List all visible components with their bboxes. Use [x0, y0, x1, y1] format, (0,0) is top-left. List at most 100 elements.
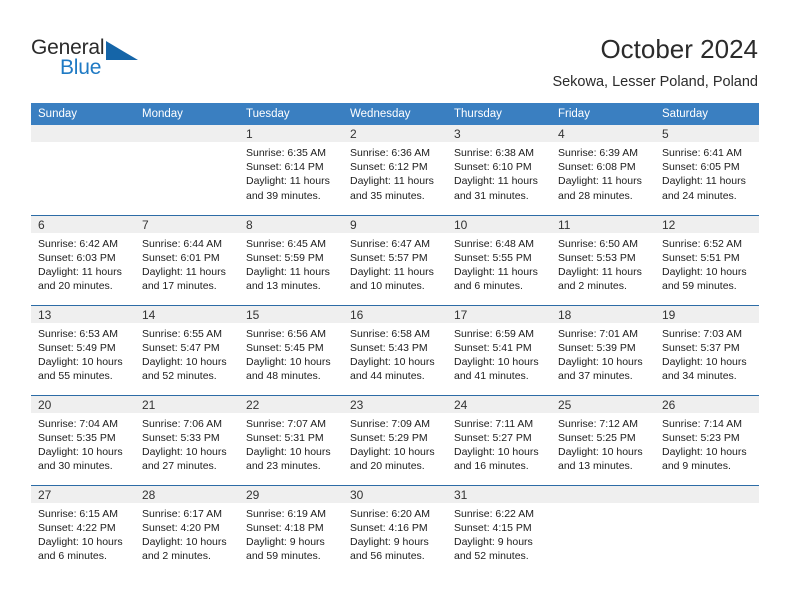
calendar-day-cell[interactable]: 7 Sunrise: 6:44 AM Sunset: 6:01 PM Daylight…: [135, 214, 239, 305]
sunset-text: Sunset: 5:39 PM: [558, 341, 636, 354]
daylight-text-line1: Daylight: 10 hours: [662, 265, 747, 278]
day-number: 5: [655, 125, 759, 142]
calendar-day-cell[interactable]: 8 Sunrise: 6:45 AM Sunset: 5:59 PM Daylight…: [239, 214, 343, 305]
calendar-day-cell[interactable]: 23 Sunrise: 7:09 AM Sunset: 5:29 PM Dayligh…: [343, 394, 447, 485]
daylight-text-line1: Daylight: 9 hours: [350, 535, 429, 548]
sunset-text: Sunset: 4:16 PM: [350, 521, 428, 534]
sunset-text: Sunset: 4:18 PM: [246, 521, 324, 534]
weekday-header-monday: Monday: [135, 103, 239, 125]
day-number: 21: [135, 395, 239, 413]
calendar-day-cell[interactable]: 17 Sunrise: 6:59 AM Sunset: 5:41 PM Dayligh…: [447, 304, 551, 395]
day-details: Sunrise: 6:19 AM Sunset: 4:18 PM Daylight:…: [239, 503, 343, 564]
calendar-day-cell[interactable]: 19 Sunrise: 7:03 AM Sunset: 5:37 PM Dayligh…: [655, 304, 759, 395]
day-details: Sunrise: 6:58 AM Sunset: 5:43 PM Daylight:…: [343, 323, 447, 384]
sunset-text: Sunset: 6:08 PM: [558, 161, 636, 174]
calendar-day-cell[interactable]: 21 Sunrise: 7:06 AM Sunset: 5:33 PM Dayligh…: [135, 394, 239, 485]
sunrise-text: Sunrise: 6:19 AM: [246, 507, 326, 520]
daylight-text-line2: and 35 minutes.: [350, 189, 425, 202]
calendar-day-cell[interactable]: 10 Sunrise: 6:48 AM Sunset: 5:55 PM Dayligh…: [447, 214, 551, 305]
day-number: 9: [343, 215, 447, 233]
day-number: 18: [551, 305, 655, 323]
calendar-day-cell[interactable]: 4 Sunrise: 6:39 AM Sunset: 6:08 PM Daylight…: [551, 125, 655, 215]
calendar-day-cell-empty: [551, 484, 655, 575]
weekday-header-wednesday: Wednesday: [343, 103, 447, 125]
sunrise-text: Sunrise: 6:48 AM: [454, 237, 534, 250]
sunset-text: Sunset: 5:57 PM: [350, 251, 428, 264]
calendar-day-cell[interactable]: 29 Sunrise: 6:19 AM Sunset: 4:18 PM Dayligh…: [239, 484, 343, 575]
day-details: Sunrise: 6:50 AM Sunset: 5:53 PM Daylight:…: [551, 233, 655, 294]
calendar-day-cell[interactable]: 13 Sunrise: 6:53 AM Sunset: 5:49 PM Dayligh…: [31, 304, 135, 395]
weekday-header-friday: Friday: [551, 103, 655, 125]
calendar-table: Sunday Monday Tuesday Wednesday Thursday Frid…: [31, 103, 759, 575]
calendar-day-cell[interactable]: 31 Sunrise: 6:22 AM Sunset: 4:15 PM Dayligh…: [447, 484, 551, 575]
calendar-day-cell[interactable]: 24 Sunrise: 7:11 AM Sunset: 5:27 PM Dayligh…: [447, 394, 551, 485]
daylight-text-line1: Daylight: 10 hours: [558, 355, 643, 368]
day-number: 30: [343, 485, 447, 503]
sunrise-text: Sunrise: 6:53 AM: [38, 327, 118, 340]
sunset-text: Sunset: 5:25 PM: [558, 431, 636, 444]
daylight-text-line1: Daylight: 11 hours: [246, 265, 330, 278]
sunset-text: Sunset: 5:49 PM: [38, 341, 116, 354]
day-details: Sunrise: 6:56 AM Sunset: 5:45 PM Daylight:…: [239, 323, 343, 384]
logo-triangle-icon: [106, 41, 138, 60]
daylight-text-line1: Daylight: 11 hours: [558, 175, 642, 188]
calendar-day-cell[interactable]: 25 Sunrise: 7:12 AM Sunset: 5:25 PM Dayligh…: [551, 394, 655, 485]
day-number: 20: [31, 395, 135, 413]
calendar-day-cell[interactable]: 11 Sunrise: 6:50 AM Sunset: 5:53 PM Dayligh…: [551, 214, 655, 305]
daylight-text-line2: and 37 minutes.: [558, 370, 633, 383]
calendar-day-cell[interactable]: 22 Sunrise: 7:07 AM Sunset: 5:31 PM Dayligh…: [239, 394, 343, 485]
calendar-day-cell[interactable]: 12 Sunrise: 6:52 AM Sunset: 5:51 PM Dayligh…: [655, 214, 759, 305]
daylight-text-line1: Daylight: 10 hours: [350, 445, 435, 458]
day-details: Sunrise: 7:03 AM Sunset: 5:37 PM Daylight:…: [655, 323, 759, 384]
day-number: [551, 485, 655, 503]
calendar-day-cell[interactable]: 30 Sunrise: 6:20 AM Sunset: 4:16 PM Dayligh…: [343, 484, 447, 575]
daylight-text-line1: Daylight: 10 hours: [246, 445, 331, 458]
calendar-day-cell[interactable]: 20 Sunrise: 7:04 AM Sunset: 5:35 PM Dayligh…: [31, 394, 135, 485]
calendar-day-cell[interactable]: 5 Sunrise: 6:41 AM Sunset: 6:05 PM Daylight…: [655, 125, 759, 215]
calendar-day-cell[interactable]: 26 Sunrise: 7:14 AM Sunset: 5:23 PM Dayligh…: [655, 394, 759, 485]
sunrise-text: Sunrise: 6:56 AM: [246, 327, 326, 340]
calendar-day-cell[interactable]: 14 Sunrise: 6:55 AM Sunset: 5:47 PM Dayligh…: [135, 304, 239, 395]
day-details: Sunrise: 7:09 AM Sunset: 5:29 PM Daylight:…: [343, 413, 447, 474]
calendar-day-cell[interactable]: 1 Sunrise: 6:35 AM Sunset: 6:14 PM Daylight…: [239, 125, 343, 215]
daylight-text-line2: and 17 minutes.: [142, 280, 217, 293]
calendar-week-row: 13 Sunrise: 6:53 AM Sunset: 5:49 PM Dayligh…: [31, 304, 759, 395]
sunrise-text: Sunrise: 6:17 AM: [142, 507, 222, 520]
page-subtitle: Sekowa, Lesser Poland, Poland: [552, 74, 758, 90]
sunrise-text: Sunrise: 6:41 AM: [662, 147, 742, 159]
daylight-text-line1: Daylight: 10 hours: [38, 535, 123, 548]
sunrise-text: Sunrise: 6:38 AM: [454, 147, 534, 159]
day-details: Sunrise: 6:39 AM Sunset: 6:08 PM Daylight:…: [551, 142, 655, 203]
title-block: October 2024 Sekowa, Lesser Poland, Pola…: [552, 33, 758, 91]
calendar-day-cell[interactable]: 6 Sunrise: 6:42 AM Sunset: 6:03 PM Daylight…: [31, 214, 135, 305]
sunrise-text: Sunrise: 6:22 AM: [454, 507, 534, 520]
day-details: Sunrise: 6:35 AM Sunset: 6:14 PM Daylight:…: [239, 142, 343, 203]
calendar-day-cell[interactable]: 18 Sunrise: 7:01 AM Sunset: 5:39 PM Dayligh…: [551, 304, 655, 395]
daylight-text-line2: and 9 minutes.: [662, 460, 731, 473]
calendar-day-cell[interactable]: 9 Sunrise: 6:47 AM Sunset: 5:57 PM Daylight…: [343, 214, 447, 305]
sunrise-text: Sunrise: 7:07 AM: [246, 417, 326, 430]
weekday-header-thursday: Thursday: [447, 103, 551, 125]
calendar-day-cell[interactable]: 15 Sunrise: 6:56 AM Sunset: 5:45 PM Dayligh…: [239, 304, 343, 395]
daylight-text-line1: Daylight: 10 hours: [662, 445, 747, 458]
calendar-day-cell[interactable]: 27 Sunrise: 6:15 AM Sunset: 4:22 PM Dayligh…: [31, 484, 135, 575]
calendar-week-row: 1 Sunrise: 6:35 AM Sunset: 6:14 PM Daylight…: [31, 125, 759, 215]
day-number: 14: [135, 305, 239, 323]
page-header: General Blue October 2024 Sekowa, Lesser…: [0, 0, 792, 100]
day-number: 28: [135, 485, 239, 503]
day-details: Sunrise: 6:36 AM Sunset: 6:12 PM Daylight:…: [343, 142, 447, 203]
day-details: Sunrise: 7:06 AM Sunset: 5:33 PM Daylight:…: [135, 413, 239, 474]
sunrise-text: Sunrise: 7:03 AM: [662, 327, 742, 340]
calendar-day-cell[interactable]: 3 Sunrise: 6:38 AM Sunset: 6:10 PM Daylight…: [447, 125, 551, 215]
weekday-header-saturday: Saturday: [655, 103, 759, 125]
daylight-text-line2: and 44 minutes.: [350, 370, 425, 383]
daylight-text-line2: and 6 minutes.: [38, 550, 107, 563]
day-number: 25: [551, 395, 655, 413]
calendar-day-cell[interactable]: 28 Sunrise: 6:17 AM Sunset: 4:20 PM Dayligh…: [135, 484, 239, 575]
daylight-text-line2: and 55 minutes.: [38, 370, 113, 383]
calendar-day-cell[interactable]: 16 Sunrise: 6:58 AM Sunset: 5:43 PM Dayligh…: [343, 304, 447, 395]
sunset-text: Sunset: 5:41 PM: [454, 341, 532, 354]
calendar-day-cell[interactable]: 2 Sunrise: 6:36 AM Sunset: 6:12 PM Daylight…: [343, 125, 447, 215]
sunrise-text: Sunrise: 6:20 AM: [350, 507, 430, 520]
calendar-day-cell-empty: [655, 484, 759, 575]
